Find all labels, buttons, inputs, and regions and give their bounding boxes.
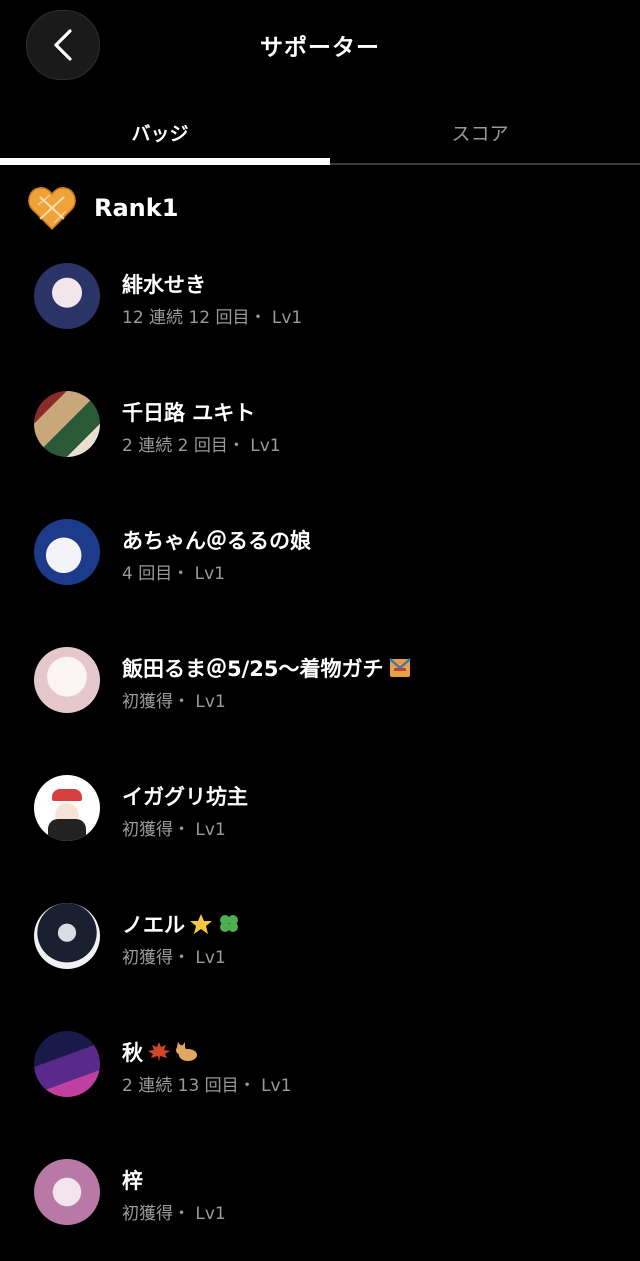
supporter-name-text: 秋 (122, 1041, 143, 1065)
supporter-name: 飯田るま＠5/25～着物ガチ (122, 653, 412, 683)
avatar (34, 775, 100, 841)
avatar (34, 1159, 100, 1225)
supporter-name: あちゃん＠るるの娘 (122, 529, 311, 553)
supporter-name: 秋 (122, 1037, 199, 1067)
supporter-name: ノエル (122, 909, 241, 939)
list-item[interactable]: 梓 初獲得・ Lv1 (0, 1151, 640, 1261)
orange-heart-badge-icon (28, 187, 76, 231)
list-item[interactable]: イガグリ坊主 初獲得・ Lv1 (0, 767, 640, 877)
tab-badge[interactable]: バッジ (0, 105, 320, 159)
tab-bar: バッジ スコア (0, 105, 640, 165)
list-item[interactable]: 飯田るま＠5/25～着物ガチ 初獲得・ Lv1 (0, 639, 640, 749)
kimono-emoji-icon (388, 658, 411, 677)
supporter-name-text: ノエル (122, 913, 185, 937)
supporter-name: 梓 (122, 1169, 143, 1193)
cat-emoji-icon (176, 1042, 197, 1061)
supporter-meta: 初獲得・ Lv1 (122, 948, 226, 968)
supporter-meta: 4 回目・ Lv1 (122, 564, 225, 584)
avatar (34, 1031, 100, 1097)
supporter-meta: 2 連続 13 回目・ Lv1 (122, 1076, 292, 1096)
supporter-name: 緋水せき (122, 273, 206, 297)
supporter-name: イガグリ坊主 (122, 785, 248, 809)
tab-score[interactable]: スコア (320, 105, 640, 159)
tab-divider (330, 163, 640, 165)
avatar (34, 391, 100, 457)
supporter-meta: 2 連続 2 回目・ Lv1 (122, 436, 281, 456)
list-item[interactable]: 千日路 ユキト 2 連続 2 回目・ Lv1 (0, 383, 640, 493)
rank-heading: Rank1 (28, 183, 608, 233)
list-item[interactable]: ノエル 初獲得・ Lv1 (0, 895, 640, 1005)
list-item[interactable]: 秋 2 連続 13 回目・ Lv1 (0, 1023, 640, 1133)
avatar (34, 647, 100, 713)
avatar (34, 903, 100, 969)
list-item[interactable]: あちゃん＠るるの娘 4 回目・ Lv1 (0, 511, 640, 621)
avatar (34, 263, 100, 329)
header: サポーター (0, 0, 640, 95)
active-tab-indicator (0, 158, 330, 165)
page-title: サポーター (260, 35, 380, 61)
supporter-meta: 初獲得・ Lv1 (122, 692, 226, 712)
maple-leaf-emoji-icon (148, 1042, 170, 1062)
four-leaf-clover-emoji-icon (220, 915, 238, 932)
supporter-meta: 12 連続 12 回目・ Lv1 (122, 308, 303, 328)
rank-label: Rank1 (94, 194, 179, 222)
avatar (34, 519, 100, 585)
supporter-meta: 初獲得・ Lv1 (122, 1204, 226, 1224)
list-item[interactable]: 緋水せき 12 連続 12 回目・ Lv1 (0, 255, 640, 365)
supporter-name: 千日路 ユキト (122, 401, 256, 425)
glowing-star-emoji-icon (190, 914, 212, 934)
supporter-meta: 初獲得・ Lv1 (122, 820, 226, 840)
supporter-name-text: 飯田るま＠5/25～着物ガチ (122, 657, 384, 681)
